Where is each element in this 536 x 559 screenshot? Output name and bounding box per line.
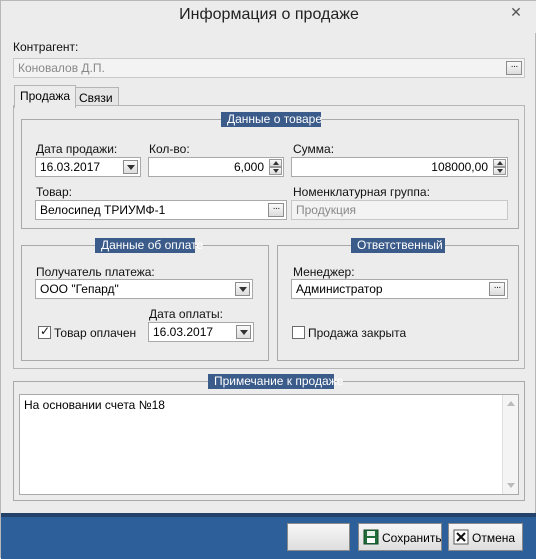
qty-up-icon[interactable] bbox=[269, 159, 282, 167]
sum-down-icon[interactable] bbox=[493, 167, 506, 175]
save-button-label: Сохранить bbox=[382, 531, 442, 545]
cancel-button-label: Отмена bbox=[472, 531, 516, 545]
pay-date-value: 16.03.2017 bbox=[153, 325, 214, 339]
product-select-button[interactable]: ··· bbox=[268, 203, 284, 217]
qty-spinner[interactable] bbox=[269, 159, 282, 175]
product-value: Велосипед ТРИУМФ-1 bbox=[40, 203, 166, 217]
recipient-label: Получатель платежа: bbox=[36, 265, 155, 279]
note-group-title: Примечание к продаже bbox=[208, 374, 343, 389]
contractor-field[interactable]: Коновалов Д.П. ··· bbox=[13, 58, 525, 78]
nomen-field: Продукция bbox=[291, 200, 508, 220]
sale-date-dropdown-button[interactable] bbox=[123, 160, 138, 174]
pay-date-label: Дата оплаты: bbox=[149, 307, 223, 321]
contractor-value: Коновалов Д.П. bbox=[18, 61, 105, 75]
cancel-x-icon bbox=[453, 529, 469, 545]
responsible-group: Ответственный bbox=[277, 238, 519, 361]
qty-label: Кол-во: bbox=[149, 142, 190, 156]
manager-value: Администратор bbox=[296, 282, 383, 296]
note-scrollbar[interactable] bbox=[502, 395, 518, 494]
pay-date-dropdown-button[interactable] bbox=[236, 325, 251, 339]
closed-checkbox[interactable] bbox=[292, 326, 305, 339]
blank-button[interactable] bbox=[287, 523, 350, 551]
qty-field[interactable]: 6,000 bbox=[148, 157, 284, 177]
title-bar: Информация о продаже ✕ bbox=[1, 1, 536, 33]
qty-down-icon[interactable] bbox=[269, 167, 282, 175]
sale-date-value: 16.03.2017 bbox=[40, 160, 101, 174]
cancel-button[interactable]: Отмена bbox=[448, 523, 523, 551]
floppy-disk-icon bbox=[363, 529, 379, 545]
contractor-label: Контрагент: bbox=[13, 40, 79, 54]
sum-field[interactable]: 108000,00 bbox=[291, 157, 508, 177]
save-button[interactable]: Сохранить bbox=[358, 523, 442, 551]
responsible-group-title: Ответственный bbox=[351, 238, 445, 253]
close-icon: ✕ bbox=[510, 4, 522, 20]
pay-date-field[interactable]: 16.03.2017 bbox=[148, 322, 254, 342]
product-group-title: Данные о товаре bbox=[221, 112, 322, 127]
product-field[interactable]: Велосипед ТРИУМФ-1 ··· bbox=[35, 200, 287, 220]
recipient-dropdown-button[interactable] bbox=[235, 282, 250, 296]
sum-label: Сумма: bbox=[293, 142, 335, 156]
window-title: Информация о продаже bbox=[179, 6, 359, 23]
closed-label: Продажа закрыта bbox=[308, 326, 407, 340]
recipient-field[interactable]: ООО "Гепард" bbox=[35, 279, 253, 299]
sum-up-icon[interactable] bbox=[493, 159, 506, 167]
sale-date-label: Дата продажи: bbox=[36, 142, 118, 156]
qty-value: 6,000 bbox=[233, 160, 264, 174]
paid-label: Товар оплачен bbox=[54, 326, 137, 340]
recipient-value: ООО "Гепард" bbox=[40, 282, 119, 296]
sale-info-dialog: Информация о продаже ✕ Контрагент: Конов… bbox=[0, 0, 536, 559]
scroll-down-icon[interactable] bbox=[507, 483, 515, 488]
tab-sale[interactable]: Продажа bbox=[14, 85, 77, 108]
paid-checkbox[interactable] bbox=[38, 324, 51, 339]
nomen-label: Номенклатурная группа: bbox=[293, 185, 430, 199]
payment-group: Данные об оплате bbox=[21, 238, 269, 361]
manager-field[interactable]: Администратор ··· bbox=[291, 279, 508, 299]
close-button[interactable]: ✕ bbox=[503, 3, 529, 21]
sale-date-field[interactable]: 16.03.2017 bbox=[35, 157, 141, 177]
sum-spinner[interactable] bbox=[493, 159, 506, 175]
payment-group-title: Данные об оплате bbox=[95, 238, 203, 253]
sum-value: 108000,00 bbox=[431, 160, 488, 174]
product-label: Товар: bbox=[36, 185, 72, 199]
note-textarea[interactable]: На основании счета №18 bbox=[19, 394, 519, 495]
scroll-up-icon[interactable] bbox=[507, 401, 515, 406]
manager-select-button[interactable]: ··· bbox=[489, 282, 505, 296]
contractor-select-button[interactable]: ··· bbox=[506, 61, 522, 75]
nomen-value: Продукция bbox=[296, 203, 357, 217]
manager-label: Менеджер: bbox=[293, 265, 355, 279]
note-text: На основании счета №18 bbox=[24, 398, 165, 412]
